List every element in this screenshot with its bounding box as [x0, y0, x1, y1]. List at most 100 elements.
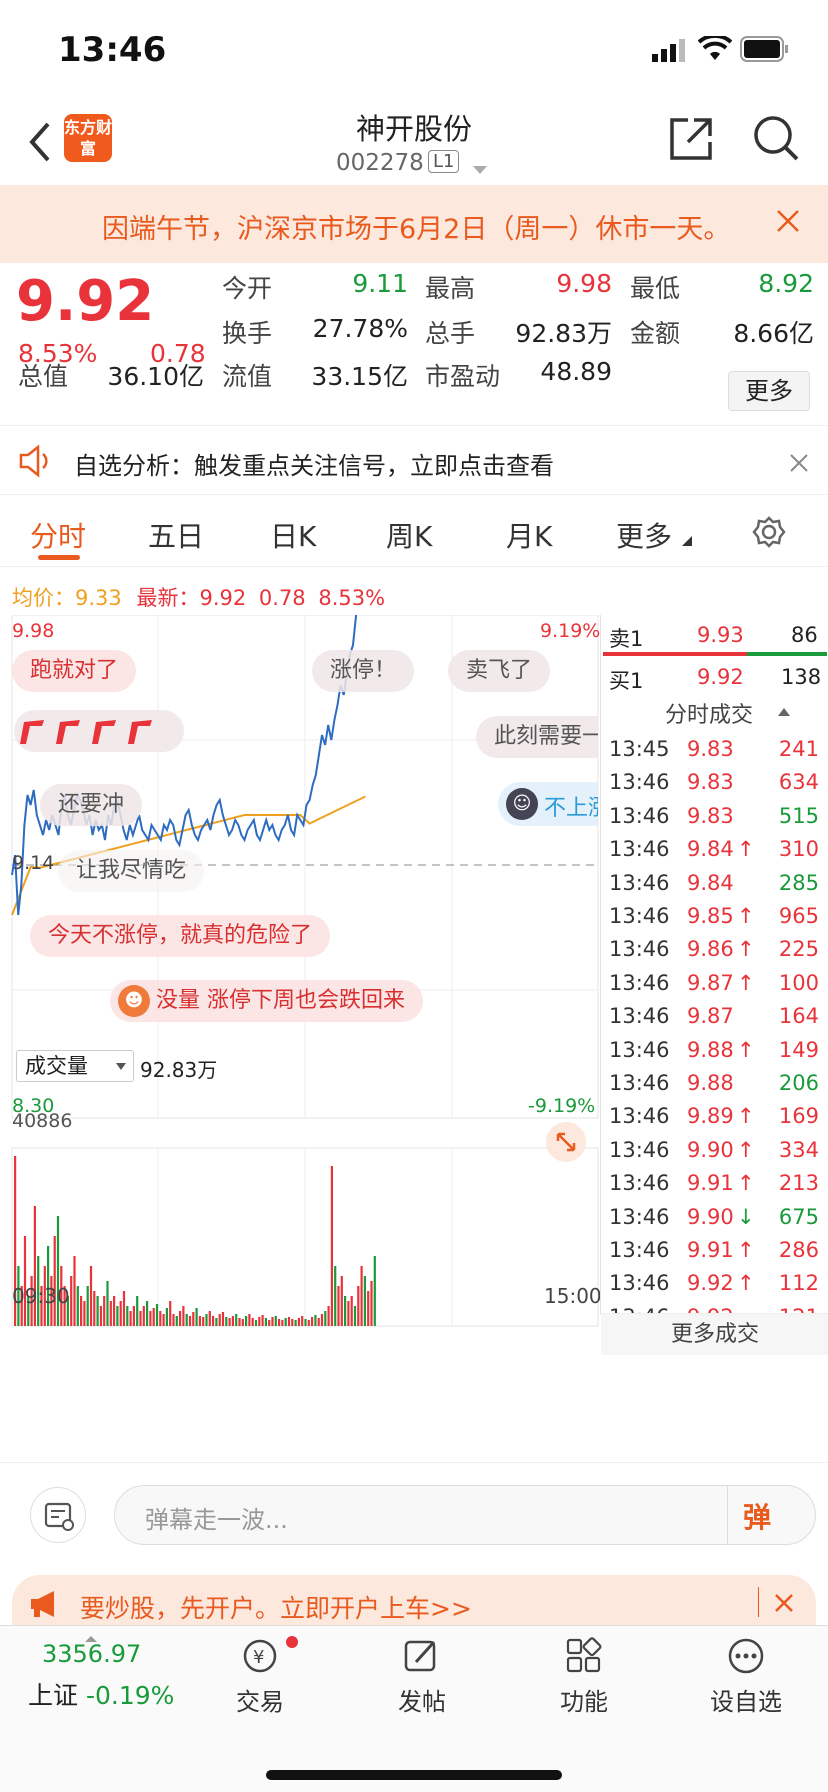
- volume-bar: [337, 1286, 340, 1326]
- analysis-alert[interactable]: 自选分析：触发重点关注信号，立即点击查看: [0, 425, 828, 495]
- volume-bar: [205, 1314, 208, 1326]
- avg-price: 9.33: [75, 586, 122, 610]
- nav-label: 交易: [236, 1688, 284, 1716]
- status-bar: 13:46: [0, 0, 828, 100]
- more-ticks-button[interactable]: 更多成交: [601, 1313, 828, 1355]
- volume-bar: [155, 1304, 159, 1326]
- tick-price: 9.83: [687, 770, 734, 795]
- tick-price: 9.84: [687, 837, 734, 862]
- tick-volume: 310: [778, 837, 819, 862]
- tab-day-k[interactable]: 日K: [270, 515, 316, 555]
- holiday-banner[interactable]: 因端午节，沪深京市场于6月2日（周一）休市一天。: [0, 185, 828, 263]
- status-time: 13:46: [58, 30, 167, 70]
- danmu-bubble[interactable]: ☺ 不上涨: [498, 782, 598, 826]
- tab-five-day[interactable]: 五日: [148, 515, 204, 555]
- danmu-bubble[interactable]: 涨停！: [312, 650, 415, 692]
- latest-change: 0.78: [258, 586, 306, 610]
- volume-bar: [264, 1318, 267, 1326]
- danmu-placeholder: 弹幕走一波...: [145, 1506, 288, 1534]
- tick-row: 13:46 9.87 ↑ 100: [601, 967, 828, 1000]
- volume-bar: [70, 1276, 73, 1326]
- volume-bar: [284, 1318, 287, 1326]
- tick-arrow: ↑: [737, 937, 755, 962]
- volume-bar: [175, 1316, 178, 1326]
- tick-time: 13:46: [609, 1204, 670, 1229]
- tick-time: 13:46: [609, 1037, 670, 1062]
- sort-icon: [778, 708, 790, 716]
- volume-bar: [330, 1166, 333, 1326]
- tab-more[interactable]: 更多: [616, 515, 672, 555]
- volume-bar: [198, 1316, 201, 1326]
- danmu-bubble[interactable]: [14, 710, 184, 752]
- tick-time: 13:46: [609, 970, 670, 995]
- danmu-bubble[interactable]: 今天不涨停，就真的危险了: [30, 915, 331, 957]
- index-value[interactable]: 3356.97: [42, 1640, 141, 1668]
- nav-functions[interactable]: 功能: [524, 1636, 644, 1717]
- tick-arrow: ↑: [737, 970, 755, 995]
- nav-add-watchlist[interactable]: 设自选: [686, 1636, 806, 1717]
- stock-code: 002278: [336, 150, 424, 176]
- danmu-input[interactable]: 弹幕走一波... 弹: [114, 1485, 816, 1545]
- volume-select[interactable]: 成交量: [16, 1050, 134, 1082]
- index-line[interactable]: 上证 -0.19%: [28, 1676, 174, 1712]
- tick-time: 13:46: [609, 1271, 670, 1296]
- volume-bar: [89, 1266, 93, 1326]
- expand-icon[interactable]: [546, 1122, 586, 1162]
- search-icon[interactable]: [752, 114, 800, 166]
- danmu-bubble[interactable]: 还要冲: [40, 784, 143, 826]
- latest-price: 9.92: [199, 586, 247, 610]
- tick-row: 13:46 9.90 ↓ 675: [601, 1201, 828, 1234]
- tick-arrow: ↑: [737, 1271, 755, 1296]
- danmu-bubble[interactable]: 让我尽情吃: [58, 850, 205, 892]
- svg-text:¥: ¥: [253, 1647, 264, 1668]
- tick-time: 13:46: [609, 1137, 670, 1162]
- volume-bar: [251, 1318, 254, 1326]
- volume-bar: [248, 1314, 251, 1326]
- volume-bar: [132, 1306, 135, 1326]
- tick-row: 13:46 9.87 164: [601, 1000, 828, 1033]
- ticks-header[interactable]: 分时成交: [665, 697, 753, 729]
- volume-bar: [162, 1314, 165, 1326]
- danmu-toggle-icon[interactable]: [30, 1487, 86, 1543]
- close-icon[interactable]: [790, 450, 808, 478]
- tab-month-k[interactable]: 月K: [506, 515, 552, 555]
- danmu-bubble[interactable]: 卖飞了: [448, 650, 551, 692]
- danmu-bubble[interactable]: 此刻需要一: [476, 716, 598, 758]
- quote-panel: 9.92 8.53% 0.78 今开 9.11 最高 9.98 最低 8.92 换手 27.7…: [0, 263, 828, 423]
- back-icon[interactable]: [26, 120, 54, 168]
- tick-arrow: ↓: [737, 1204, 755, 1229]
- volume-bar: [327, 1306, 330, 1326]
- nav-trade[interactable]: ¥ 交易: [200, 1636, 320, 1717]
- tab-intraday[interactable]: 分时: [30, 515, 86, 555]
- chart-tabs: 分时 五日 日K 周K 月K 更多: [0, 497, 828, 567]
- settings-icon[interactable]: [752, 515, 786, 553]
- sell-volume: 86: [791, 623, 818, 647]
- volume-bar: [96, 1296, 99, 1326]
- tick-volume: 241: [778, 737, 819, 761]
- more-button[interactable]: 更多: [728, 371, 810, 411]
- danmu-bubble[interactable]: ☻ 没量 涨停下周也会跌回来: [110, 980, 423, 1022]
- quote-value: 9.98: [556, 269, 612, 298]
- sell-label: 卖1: [609, 627, 644, 651]
- nav-label: 发帖: [398, 1688, 446, 1716]
- volume-bar: [23, 1236, 27, 1326]
- volume-bar: [136, 1296, 139, 1326]
- notification-dot: [286, 1636, 298, 1648]
- dropdown-icon[interactable]: [472, 160, 488, 179]
- danmu-bubble[interactable]: 跑就对了: [12, 650, 137, 692]
- send-danmu-button[interactable]: 弹: [743, 1496, 771, 1536]
- share-icon[interactable]: [668, 116, 714, 166]
- tick-arrow: ↑: [737, 837, 755, 862]
- banner-text: 因端午节，沪深京市场于6月2日（周一）休市一天。: [102, 214, 731, 245]
- ad-text: 要炒股，先开户。立即开户上车>>: [80, 1594, 472, 1623]
- danmu-text: 不上涨: [544, 796, 598, 821]
- volume-bar: [179, 1311, 182, 1326]
- time-start: 09:30: [12, 1284, 70, 1308]
- close-icon[interactable]: [774, 1593, 794, 1617]
- nav-post[interactable]: 发帖: [362, 1636, 482, 1717]
- tab-week-k[interactable]: 周K: [386, 515, 432, 555]
- tick-price: 9.90: [687, 1204, 734, 1229]
- volume-bar: [116, 1306, 119, 1326]
- tick-row: 13:46 9.83 634: [601, 766, 828, 799]
- close-icon[interactable]: [776, 209, 800, 240]
